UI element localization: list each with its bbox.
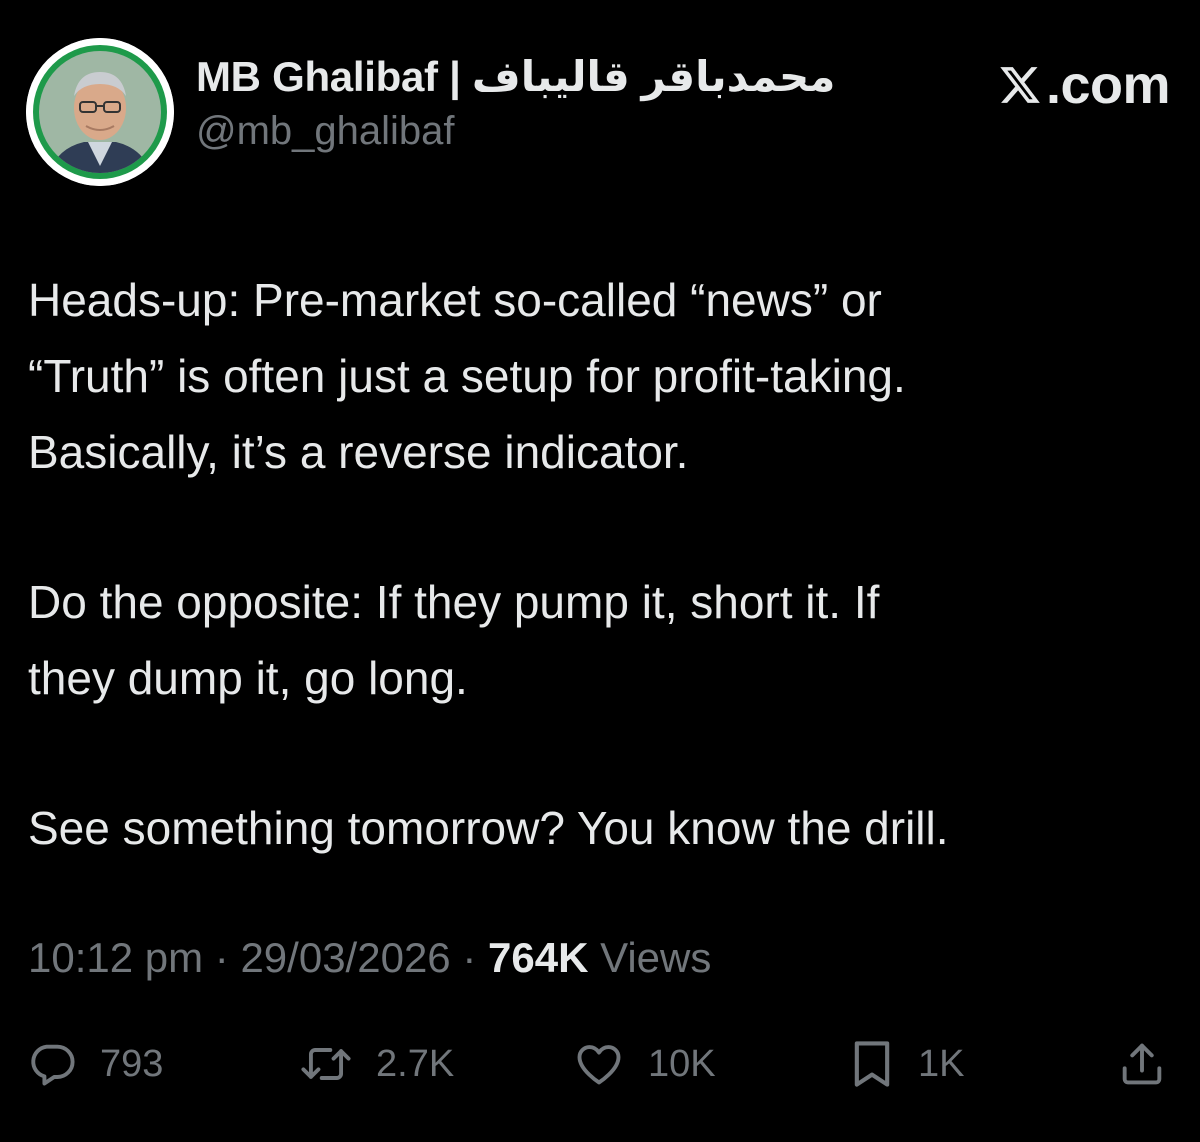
tweet-paragraph-3: See something tomorrow? You know the dri… [28, 802, 949, 854]
bookmark-count: 1K [918, 1042, 965, 1085]
like-count: 10K [648, 1042, 716, 1085]
brand-label: .com [1045, 55, 1171, 115]
avatar-image [26, 38, 174, 186]
author-handle[interactable]: @mb_ghalibaf [196, 109, 835, 154]
tweet-paragraph-1: Heads-up: Pre-market so-called “news” or… [28, 274, 906, 478]
tweet-paragraph-2: Do the opposite: If they pump it, short … [28, 576, 880, 704]
x-logo-icon [998, 63, 1042, 107]
meta-separator: · [450, 934, 488, 981]
tweet-meta: 10:12 pm · 29/03/2026 · 764K Views [28, 934, 711, 982]
share-button[interactable] [1116, 1038, 1168, 1090]
brand-mark: .com [998, 54, 1171, 116]
action-bar: 793 2.7K 10K 1K [26, 1038, 1176, 1102]
heart-icon [572, 1038, 626, 1090]
reply-button[interactable]: 793 [26, 1038, 163, 1090]
reply-count: 793 [100, 1042, 164, 1085]
tweet-header: MB Ghalibaf | محمدباقر قالیباف @mb_ghali… [26, 38, 1176, 188]
bookmark-button[interactable]: 1K [848, 1038, 964, 1090]
tweet-date[interactable]: 29/03/2026 [240, 934, 450, 981]
meta-separator: · [203, 934, 241, 981]
share-icon [1116, 1038, 1168, 1090]
author-block: MB Ghalibaf | محمدباقر قالیباف @mb_ghali… [196, 52, 836, 154]
views-label: Views [588, 934, 712, 981]
retweet-button[interactable]: 2.7K [298, 1038, 454, 1090]
bookmark-icon [848, 1038, 896, 1090]
avatar[interactable] [26, 38, 174, 186]
like-button[interactable]: 10K [572, 1038, 716, 1090]
retweet-icon [298, 1038, 354, 1090]
views-count: 764K [488, 934, 589, 981]
author-display-name[interactable]: MB Ghalibaf | محمدباقر قالیباف [196, 52, 836, 101]
tweet-time[interactable]: 10:12 pm [28, 934, 203, 981]
tweet-text: Heads-up: Pre-market so-called “news” or… [28, 262, 1178, 940]
reply-icon [26, 1038, 78, 1090]
retweet-count: 2.7K [376, 1042, 455, 1085]
